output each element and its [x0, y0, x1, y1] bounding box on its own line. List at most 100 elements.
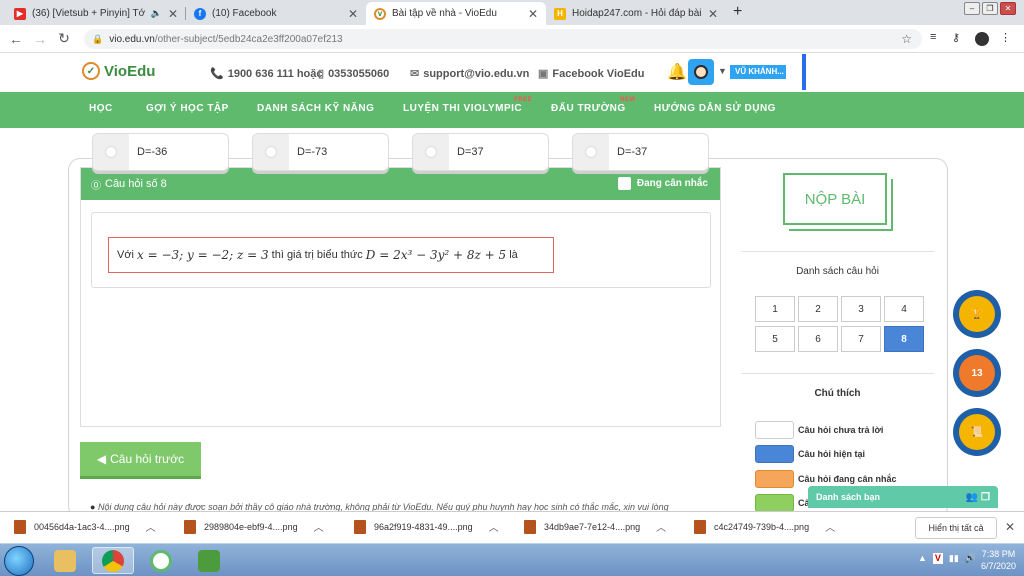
bell-icon[interactable]: 🔔 [667, 62, 687, 82]
system-tray: ▲ V ▮▮ 🔊 [918, 553, 976, 564]
chevron-up-icon[interactable]: ︿ [489, 519, 499, 534]
question-cell-5[interactable]: 5 [755, 326, 795, 352]
reload-icon[interactable]: ↻ [52, 30, 76, 47]
close-icon[interactable]: ✕ [168, 7, 178, 21]
clock[interactable]: 7:38 PM 6/7/2020 [981, 548, 1016, 572]
question-cell-2[interactable]: 2 [798, 296, 838, 322]
chevron-up-icon[interactable]: ︿ [146, 519, 156, 534]
image-file-icon [694, 519, 706, 534]
signal-icon[interactable]: ▮▮ [949, 553, 959, 564]
taskbar-explorer[interactable] [44, 547, 86, 574]
volume-icon[interactable]: 🔊 [965, 553, 976, 564]
profile-avatar-icon[interactable] [975, 32, 989, 46]
question-cell-1[interactable]: 1 [755, 296, 795, 322]
considering-toggle[interactable]: Đang cân nhắc [617, 177, 708, 190]
taskbar-app4[interactable] [188, 547, 230, 574]
answer-option-3[interactable]: D=37 [412, 133, 549, 171]
chevron-up-icon[interactable]: ︿ [314, 519, 324, 534]
browser-tab-youtube[interactable]: ▶ (36) [Vietsub + Pinyin] Tớ và 🔈 ✕ [6, 2, 186, 25]
chevron-up-icon[interactable]: ︿ [656, 519, 666, 534]
close-icon[interactable]: ✕ [1005, 520, 1015, 534]
question-cell-4[interactable]: 4 [884, 296, 924, 322]
radio-icon[interactable] [425, 146, 437, 158]
mobile-icon: ▯ [318, 68, 325, 80]
show-all-downloads-button[interactable]: Hiển thị tất cả [915, 517, 997, 539]
contact-facebook[interactable]: ▣ Facebook VioEdu [538, 67, 645, 80]
logo-text: VioEdu [104, 62, 156, 80]
tab-title: (10) Facebook [212, 8, 277, 19]
tab-title: Bài tập về nhà - VioEdu [392, 8, 497, 19]
answer-option-2[interactable]: D=-73 [252, 133, 389, 171]
friends-list-bar[interactable]: Danh sách bạn 👥 ❐ [808, 486, 998, 508]
browser-tab-facebook[interactable]: f (10) Facebook ✕ [186, 2, 366, 25]
mail-icon: ✉ [410, 68, 420, 80]
back-icon[interactable]: ← [4, 31, 28, 47]
download-item-3[interactable]: 96a2f919-4831-49....png ︿ [354, 519, 499, 534]
question-cell-8[interactable]: 8 [884, 326, 924, 352]
legend-swatch [755, 494, 794, 512]
tab-title: Hoidap247.com - Hỏi đáp bài tập [572, 8, 702, 19]
nav-item-ky-nang[interactable]: DANH SÁCH KỸ NĂNG [257, 103, 374, 114]
lock-icon[interactable]: 🔒 [92, 34, 103, 45]
sidebar-divider [741, 251, 934, 252]
radio-icon[interactable] [265, 146, 277, 158]
vioedu-logo[interactable]: ✓ VioEdu [82, 62, 155, 80]
question-cell-7[interactable]: 7 [841, 326, 881, 352]
download-item-5[interactable]: c4c24749-739b-4....png ︿ [694, 519, 835, 534]
download-item-4[interactable]: 34db9ae7-7e12-4....png ︿ [524, 519, 666, 534]
start-button-icon[interactable] [4, 546, 34, 576]
audio-icon[interactable]: 🔈 [151, 8, 162, 19]
submit-button[interactable]: NỘP BÀI [783, 173, 893, 231]
main-nav: HỌC GỢI Ý HỌC TẬP DANH SÁCH KỸ NĂNG LUYỆ… [0, 92, 1024, 128]
menu-kebab-icon[interactable]: ⋮ [1000, 31, 1011, 44]
certificate-badge[interactable]: 📜 [953, 408, 1001, 456]
close-icon[interactable]: ✕ [528, 7, 538, 21]
question-header: ⓪ Câu hỏi số 8 Đang cân nhắc [81, 168, 720, 200]
question-cell-3[interactable]: 3 [841, 296, 881, 322]
maximize-icon[interactable]: ❐ [982, 2, 998, 15]
vioedu-icon: v [374, 7, 386, 20]
tray-v-icon[interactable]: V [932, 553, 943, 564]
taskbar-app3[interactable] [140, 547, 182, 574]
answer-option-1[interactable]: D=-36 [92, 133, 229, 171]
playlist-icon[interactable]: ≡ [930, 31, 936, 43]
forward-icon[interactable]: → [28, 31, 52, 47]
nav-item-huong-dan[interactable]: HƯỚNG DẪN SỬ DỤNG [654, 103, 776, 114]
contact-email[interactable]: ✉ support@vio.edu.vn [410, 67, 529, 80]
legend-current: Câu hỏi hiện tại [755, 445, 865, 463]
new-tab-button[interactable]: + [733, 3, 742, 21]
level-badge[interactable]: 13 [953, 349, 1001, 397]
answer-option-4[interactable]: D=-37 [572, 133, 709, 171]
tray-up-icon[interactable]: ▲ [918, 553, 927, 564]
address-bar[interactable]: 🔒 vio.edu.vn /other-subject/5edb24ca2e3f… [84, 29, 922, 49]
nav-item-violympic[interactable]: LUYỆN THI VIOLYMPIC FREE [403, 97, 532, 114]
close-icon[interactable]: ✕ [348, 7, 358, 21]
chevron-down-icon[interactable]: ▼ [718, 66, 727, 76]
bookmark-star-icon[interactable]: ☆ [901, 32, 912, 46]
question-cell-6[interactable]: 6 [798, 326, 838, 352]
browser-tab-vioedu[interactable]: v Bài tập về nhà - VioEdu ✕ [366, 2, 546, 25]
user-name-badge[interactable]: VŨ KHÁNH... [730, 65, 786, 79]
taskbar-chrome[interactable] [92, 547, 134, 574]
url-host: vio.edu.vn [109, 33, 155, 45]
rank-badge[interactable]: 🏆 [953, 290, 1001, 338]
site-header: ✓ VioEdu 📞 1900 636 111 hoặc ▯ 0353055060 … [0, 54, 1024, 92]
previous-question-button[interactable]: ◀ Câu hỏi trước [80, 442, 201, 476]
radio-icon[interactable] [585, 146, 597, 158]
close-icon[interactable]: ✕ [708, 7, 718, 21]
key-icon[interactable]: ⚷ [952, 31, 960, 44]
download-item-1[interactable]: 00456d4a-1ac3-4....png ︿ [14, 519, 156, 534]
browser-tab-hoidap[interactable]: H Hoidap247.com - Hỏi đáp bài tập ✕ [546, 2, 726, 25]
minimize-icon[interactable]: – [964, 2, 980, 15]
considering-checkbox[interactable] [617, 177, 631, 190]
avatar[interactable] [688, 59, 714, 85]
facebook-icon: f [194, 7, 206, 20]
nav-item-dau-truong[interactable]: ĐẤU TRƯỜNG NEW [551, 97, 635, 114]
chevron-up-icon[interactable]: ︿ [825, 519, 835, 534]
download-item-2[interactable]: 2989804e-ebf9-4....png ︿ [184, 519, 324, 534]
nav-item-hoc[interactable]: HỌC [89, 103, 113, 114]
friends-icons[interactable]: 👥 ❐ [966, 492, 990, 503]
close-window-icon[interactable]: ✕ [1000, 2, 1016, 15]
nav-item-goi-y[interactable]: GỢI Ý HỌC TẬP [146, 103, 229, 114]
radio-icon[interactable] [105, 146, 117, 158]
